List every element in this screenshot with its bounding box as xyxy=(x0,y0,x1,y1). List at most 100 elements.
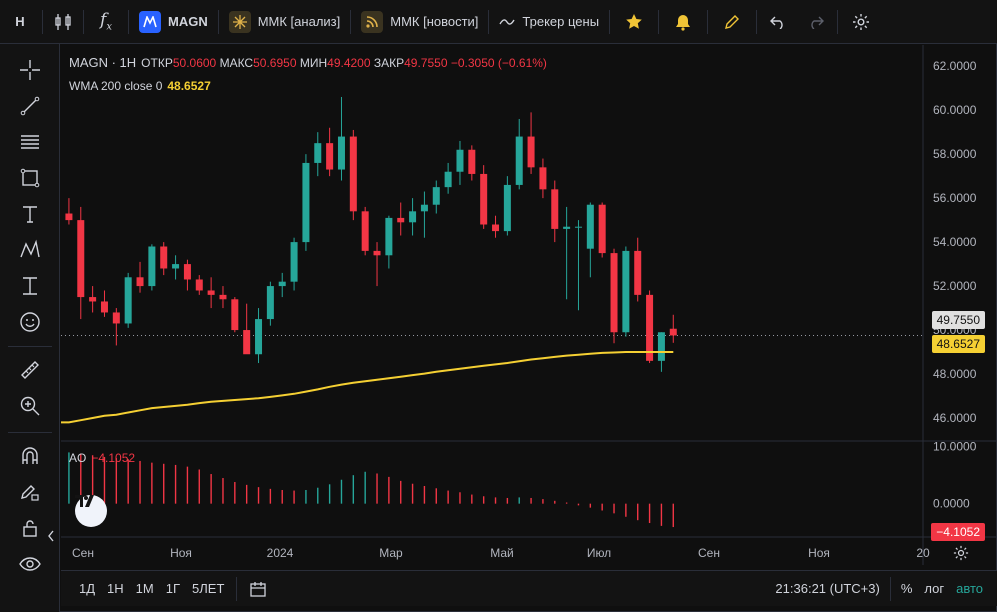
alert-button[interactable] xyxy=(661,7,705,37)
candle-body xyxy=(136,277,144,287)
candle-body xyxy=(160,246,168,269)
ao-label: AO xyxy=(69,451,87,465)
ruler-icon xyxy=(21,361,39,379)
magn-logo-icon xyxy=(139,10,161,33)
redo-button[interactable] xyxy=(797,7,835,37)
close-value: 49.7550 xyxy=(404,55,448,70)
date-range-button[interactable] xyxy=(243,576,273,602)
calendar-icon xyxy=(250,581,267,597)
settings-button[interactable] xyxy=(840,7,882,37)
clock-timezone[interactable]: 21:36:21 (UTC+3) xyxy=(769,576,885,602)
candle-body xyxy=(432,187,440,205)
candle-body xyxy=(397,217,405,223)
zoom-tool[interactable] xyxy=(14,390,46,422)
crosshair-icon xyxy=(20,60,40,80)
rectangle-icon xyxy=(20,168,40,188)
candle-body xyxy=(231,299,239,331)
price-chart[interactable]: 62.0000 60.0000 58.0000 56.0000 54.0000 52.00… xyxy=(61,45,997,565)
pattern-tool[interactable] xyxy=(14,234,46,266)
candle-body xyxy=(515,136,523,185)
redo-icon xyxy=(811,16,825,29)
divider xyxy=(217,9,219,34)
measure-icon xyxy=(23,277,37,295)
price-tick-label: 60.0000 xyxy=(933,103,977,117)
candle-body xyxy=(492,224,500,232)
range-5y[interactable]: 5ЛЕТ xyxy=(186,576,230,602)
symbol-label: MAGN xyxy=(168,14,208,29)
candle-body xyxy=(480,173,488,225)
candle-body xyxy=(148,246,156,287)
candles-icon xyxy=(55,13,71,30)
axis-settings-button[interactable] xyxy=(953,545,971,563)
candle-body xyxy=(219,294,227,300)
log-toggle[interactable]: лог xyxy=(918,576,950,602)
favorite-button[interactable] xyxy=(612,7,656,37)
price-tick-label: 62.0000 xyxy=(933,59,977,73)
range-1m[interactable]: 1М xyxy=(130,576,160,602)
drawing-button[interactable] xyxy=(710,7,754,37)
zoom-in-icon xyxy=(20,396,40,416)
wma-legend[interactable]: WMA 200 close 0 48.6527 xyxy=(69,79,211,93)
ruler-tool[interactable] xyxy=(14,354,46,386)
visibility-tool[interactable] xyxy=(14,548,46,580)
emoji-tool[interactable] xyxy=(14,306,46,338)
candle-body xyxy=(669,328,677,336)
range-1y[interactable]: 1Г xyxy=(160,576,186,602)
ao-legend[interactable]: AO −4.1052 xyxy=(69,451,135,465)
candle-body xyxy=(409,211,417,223)
candle-body xyxy=(503,184,511,232)
shape-tool[interactable] xyxy=(14,162,46,194)
time-tick-label: Сен xyxy=(72,546,94,560)
candle-body xyxy=(172,264,180,269)
magnet-icon xyxy=(22,447,38,464)
candle-body xyxy=(646,294,654,361)
interval-button[interactable]: Н xyxy=(0,7,40,37)
fib-tool[interactable] xyxy=(14,126,46,158)
time-tick-label: Мар xyxy=(379,546,403,560)
fib-lines-icon xyxy=(21,135,39,149)
magnet-tool[interactable] xyxy=(14,440,46,472)
chart-area[interactable]: 62.0000 60.0000 58.0000 56.0000 54.0000 52.00… xyxy=(61,45,997,565)
candle-body xyxy=(586,204,594,249)
chart-type-button[interactable] xyxy=(45,7,81,37)
candle-body xyxy=(361,211,369,251)
analysis-tab[interactable]: ММК [анализ] xyxy=(221,7,349,37)
high-label: МАКС xyxy=(219,55,254,70)
collapse-toolbar-button[interactable] xyxy=(44,520,58,552)
trendline-tool[interactable] xyxy=(14,90,46,122)
legend-symbol: MAGN · 1Н xyxy=(69,55,137,70)
range-1w[interactable]: 1Н xyxy=(101,576,130,602)
rss-icon xyxy=(361,10,384,33)
undo-button[interactable] xyxy=(759,7,797,37)
ao-tick-label: 0.0000 xyxy=(933,497,970,511)
range-1d[interactable]: 1Д xyxy=(73,576,101,602)
candle-body xyxy=(255,319,263,355)
percent-toggle[interactable]: % xyxy=(895,576,919,602)
forecast-tool[interactable] xyxy=(14,270,46,302)
candle-body xyxy=(337,136,345,170)
symbol-button[interactable]: MAGN xyxy=(131,7,216,37)
time-tick-label: Май xyxy=(490,546,514,560)
candle-body xyxy=(551,189,559,229)
price-tracker-button[interactable]: Трекер цены xyxy=(491,7,607,37)
candle-body xyxy=(574,226,582,228)
indicators-button[interactable]: fx xyxy=(86,7,126,37)
news-tab[interactable]: ММК [новости] xyxy=(353,7,486,37)
auto-toggle[interactable]: авто xyxy=(950,576,989,602)
tradingview-logo[interactable] xyxy=(75,495,107,527)
divider xyxy=(756,9,758,34)
divider xyxy=(350,9,352,34)
news-tab-label: ММК [новости] xyxy=(390,14,479,29)
text-tool[interactable] xyxy=(14,198,46,230)
wma-value: 48.6527 xyxy=(167,79,211,93)
candle-body xyxy=(290,242,298,282)
change-value: −0.3050 (−0.61%) xyxy=(450,55,547,70)
price-tick-label: 54.0000 xyxy=(933,235,977,249)
open-value: 50.0600 xyxy=(172,55,217,70)
ohlc-legend: MAGN · 1Н ОТКР50.0600 МАКС50.6950 МИН49.… xyxy=(69,55,547,70)
lock-tool[interactable] xyxy=(14,512,46,544)
crosshair-tool[interactable] xyxy=(14,54,46,86)
candle-body xyxy=(266,286,274,320)
candle-body xyxy=(243,330,251,355)
stay-drawing-tool[interactable] xyxy=(14,476,46,508)
